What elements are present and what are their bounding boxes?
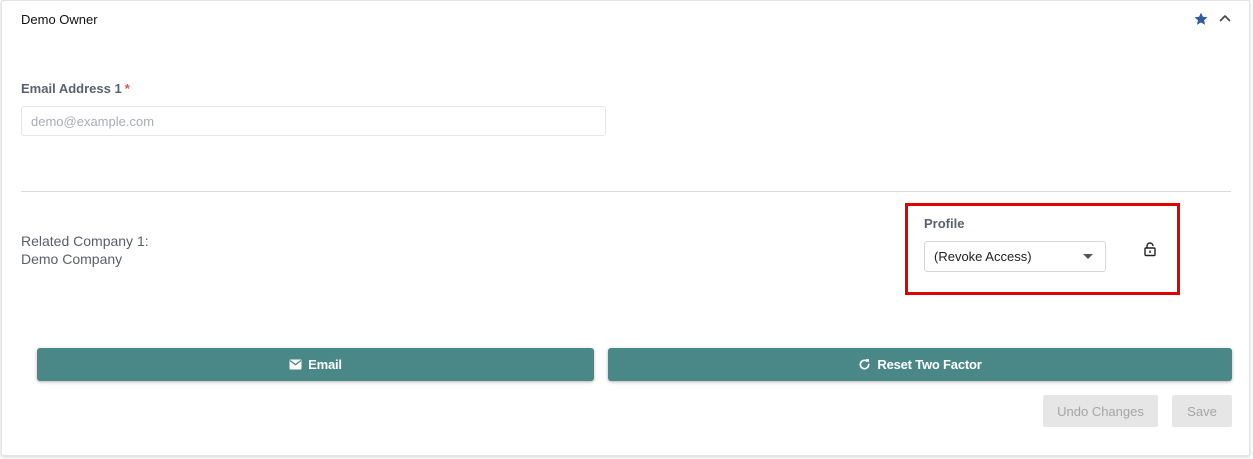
chevron-up-icon[interactable] [1218, 11, 1232, 25]
undo-changes-label: Undo Changes [1057, 403, 1144, 419]
refresh-icon [858, 358, 871, 371]
related-company-label: Related Company 1: [21, 233, 149, 249]
related-company-value: Demo Company [21, 251, 123, 267]
owner-card: Demo Owner Email Address 1* Related Comp… [1, 0, 1250, 456]
caret-down-icon [1083, 254, 1093, 259]
email-address-input[interactable] [21, 106, 606, 136]
related-company-block: Related Company 1: Demo Company [21, 232, 149, 268]
envelope-icon [289, 359, 302, 370]
profile-selected-value: (Revoke Access) [934, 249, 1032, 264]
reset-two-factor-button[interactable]: Reset Two Factor [608, 348, 1232, 381]
email-button[interactable]: Email [37, 348, 594, 381]
section-divider [21, 191, 1231, 192]
reset-two-factor-label: Reset Two Factor [877, 357, 982, 372]
profile-label: Profile [924, 216, 965, 231]
save-label: Save [1187, 403, 1217, 419]
email-address-label: Email Address 1 * [21, 81, 130, 96]
profile-select[interactable]: (Revoke Access) [924, 241, 1106, 272]
email-button-label: Email [308, 357, 342, 372]
card-title: Demo Owner [21, 12, 98, 27]
star-icon[interactable] [1193, 11, 1209, 27]
required-mark: * [124, 81, 130, 96]
email-address-label-text: Email Address 1 [21, 81, 122, 96]
lock-icon[interactable] [1143, 241, 1157, 257]
save-button[interactable]: Save [1172, 395, 1232, 427]
undo-changes-button[interactable]: Undo Changes [1043, 395, 1158, 427]
